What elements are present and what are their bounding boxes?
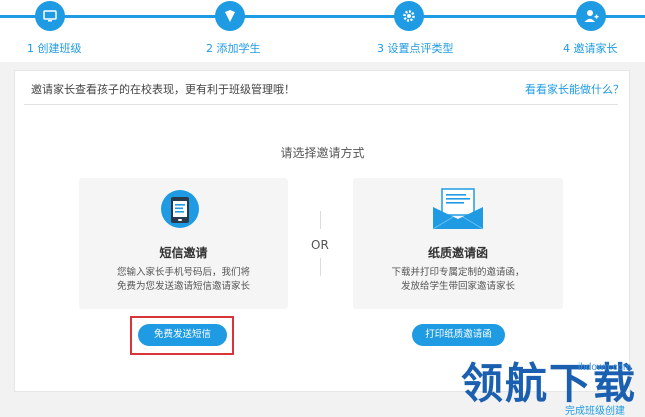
step-2-label[interactable]: 2 添加学生 xyxy=(206,40,261,56)
choose-method-title: 请选择邀请方式 xyxy=(280,146,365,160)
add-user-icon xyxy=(576,1,606,31)
paper-desc-line-2: 发放给学生带回家邀请家长 xyxy=(400,281,515,292)
paper-invite-option[interactable]: 纸质邀请函 下载并打印专属定制的邀请函， 发放给学生带回家邀请家长 xyxy=(353,178,563,309)
paper-option-title: 纸质邀请函 xyxy=(427,246,488,260)
paper-option-desc: 下载并打印专属定制的邀请函， 发放给学生带回家邀请家长 xyxy=(353,266,563,294)
divider-bottom xyxy=(320,258,321,276)
sms-invite-option[interactable]: 短信邀请 您输入家长手机号码后，我们将 免费为您发送邀请短信邀请家长 xyxy=(79,178,288,309)
notice-bar: 邀请家长查看孩子的在校表现，更有利于班级管理哦！ 看看家长能做什么？ xyxy=(24,72,624,105)
parent-features-link[interactable]: 看看家长能做什么？ xyxy=(525,81,624,97)
step-1-label[interactable]: 1 创建班级 xyxy=(27,40,82,56)
progress-steps: 1 创建班级 2 添加学生 3 设置点评类型 4 邀请家长 xyxy=(0,0,645,62)
highlight-box xyxy=(130,316,234,355)
watermark-url: ihdown.com xyxy=(578,362,632,373)
badge-icon xyxy=(215,1,245,31)
envelope-icon xyxy=(431,187,485,231)
progress-line xyxy=(0,15,645,18)
sms-desc-line-2: 免费为您发送邀请短信邀请家长 xyxy=(116,281,250,292)
step-4-label[interactable]: 4 邀请家长 xyxy=(563,40,618,56)
phone-icon xyxy=(160,189,200,229)
divider-top xyxy=(320,211,321,229)
monitor-icon xyxy=(35,1,65,31)
step-3-label[interactable]: 3 设置点评类型 xyxy=(377,40,454,56)
sms-desc-line-1: 您输入家长手机号码后，我们将 xyxy=(116,267,250,278)
notice-text: 邀请家长查看孩子的在校表现，更有利于班级管理哦！ xyxy=(31,83,295,96)
sms-option-title: 短信邀请 xyxy=(159,246,208,260)
finish-class-creation-link[interactable]: 完成班级创建 xyxy=(565,402,625,417)
gear-icon xyxy=(394,1,424,31)
sms-option-desc: 您输入家长手机号码后，我们将 免费为您发送邀请短信邀请家长 xyxy=(79,266,288,294)
print-invitation-button[interactable]: 打印纸质邀请函 xyxy=(412,324,505,346)
or-label: OR xyxy=(311,238,329,252)
paper-desc-line-1: 下载并打印专属定制的邀请函， xyxy=(391,267,525,278)
